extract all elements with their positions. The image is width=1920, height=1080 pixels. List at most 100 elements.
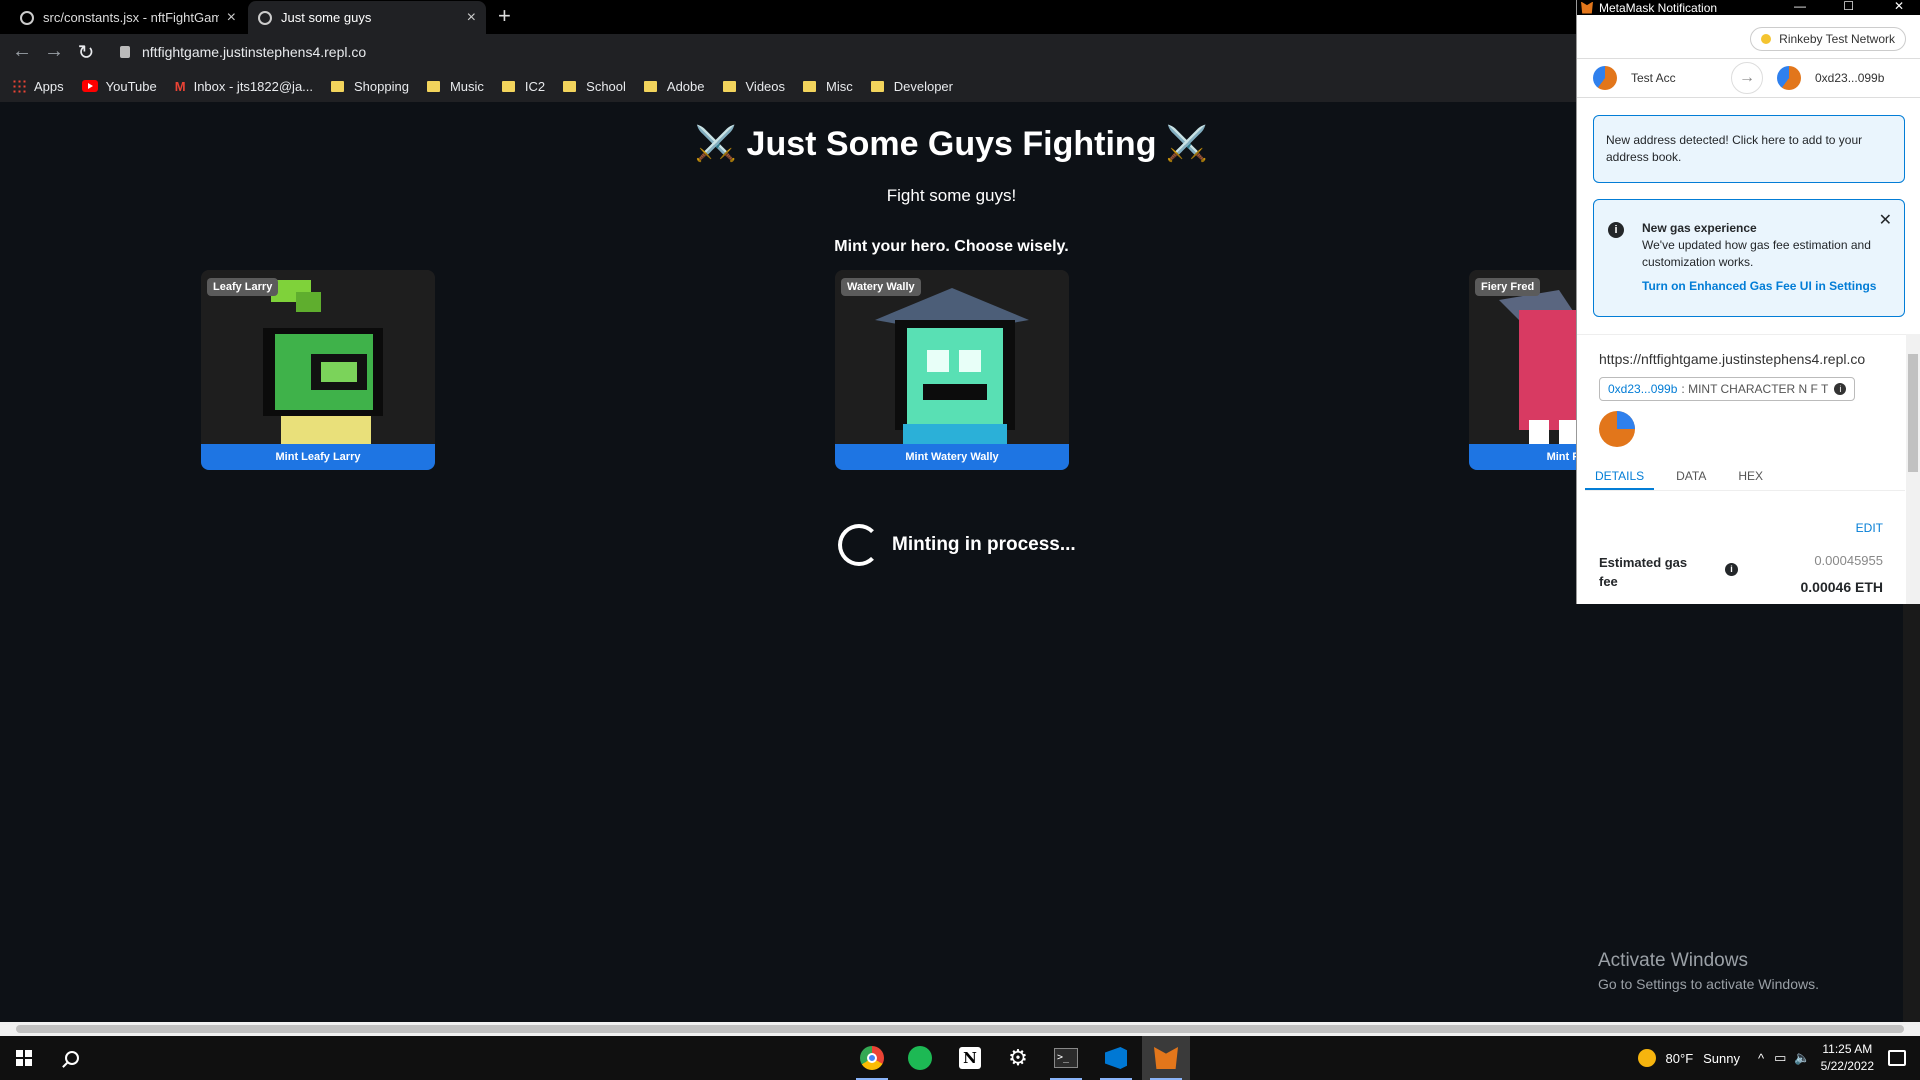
bookmark-apps[interactable]: Apps [12,79,64,94]
bookmark-ic2[interactable]: IC2 [501,78,546,94]
terminal-icon: >_ [1054,1048,1078,1068]
method-name: : MINT CHARACTER N F T [1681,382,1829,396]
taskbar-metamask[interactable] [1142,1036,1190,1080]
search-button[interactable] [48,1036,96,1080]
bookmark-shopping[interactable]: Shopping [331,79,409,94]
chevron-up-icon[interactable]: ^ [1758,1051,1764,1066]
clock[interactable]: 11:25 AM 5/22/2022 [1821,1041,1874,1075]
new-tab-button[interactable]: + [498,3,511,29]
minting-indicator: Minting in process... [838,524,1076,566]
account-avatar-icon [1593,66,1617,90]
address-bar[interactable]: nftfightgame.justinstephens4.repl.co [110,38,1590,66]
bookmark-label: Misc [826,78,853,94]
globe-icon [258,10,272,25]
weather-temp[interactable]: 80°F [1666,1051,1694,1066]
to-account-address: 0xd23...099b [1815,71,1885,85]
start-button[interactable] [0,1036,48,1080]
new-address-alert[interactable]: New address detected! Click here to add … [1593,115,1905,183]
folder-icon [563,80,577,92]
page-horizontal-scrollbar[interactable] [0,1022,1920,1036]
volume-icon[interactable]: 🔈 [1794,1050,1810,1066]
edit-gas-button[interactable]: EDIT [1856,521,1883,535]
notion-icon: N [959,1047,981,1069]
mint-leafy-larry-button[interactable]: Mint Leafy Larry [201,444,435,470]
network-name: Rinkeby Test Network [1779,32,1895,46]
folder-icon [803,80,817,92]
bookmark-label: Developer [893,78,953,94]
metamask-fox-icon [1581,1,1593,14]
folder-icon [331,80,345,92]
contract-address-link[interactable]: 0xd23...099b [1608,382,1677,396]
taskbar-notion[interactable]: N [946,1036,994,1080]
mint-watery-wally-button[interactable]: Mint Watery Wally [835,444,1069,470]
activate-windows-subtitle: Go to Settings to activate Windows. [1598,976,1819,992]
maximize-icon[interactable]: ☐ [1843,0,1854,13]
screen: src/constants.jsx - nftFightGame × Just … [0,0,1920,1080]
bookmark-label: Music [449,78,484,94]
watery-wally-sprite [835,270,1069,444]
tab-title: src/constants.jsx - nftFightGame [43,10,219,25]
bookmark-youtube[interactable]: YouTube [81,79,157,94]
network-icon[interactable]: ▭ [1774,1050,1786,1066]
close-icon[interactable]: ✕ [1879,212,1892,229]
scrollbar-thumb[interactable] [16,1025,1904,1033]
vscode-icon [1105,1047,1127,1069]
notification-center-icon[interactable] [1888,1050,1906,1066]
bookmark-school[interactable]: School [563,79,626,94]
bookmark-adobe[interactable]: Adobe [643,79,705,94]
from-account-name: Test Acc [1631,71,1676,85]
scrollbar-thumb[interactable] [1908,354,1918,472]
folder-icon [426,80,440,92]
sun-icon [1637,1049,1656,1067]
taskbar-vscode[interactable] [1092,1036,1140,1080]
minting-status-text: Minting in process... [892,534,1076,555]
account-avatar-icon [1777,66,1801,90]
taskbar-settings[interactable]: ⚙ [994,1036,1042,1080]
character-name-badge: Leafy Larry [207,278,279,296]
weather-desc[interactable]: Sunny [1703,1051,1740,1066]
info-icon[interactable]: i [1834,383,1847,395]
bookmark-label: School [586,78,626,94]
gas-fee-eth: 0.00046 ETH [1800,579,1884,595]
forward-button[interactable]: → [42,40,66,63]
tab-data[interactable]: DATA [1666,461,1716,490]
tab-just-some-guys[interactable]: Just some guys × [248,1,486,34]
windows-logo-icon [16,1050,32,1066]
bookmark-misc[interactable]: Misc [803,79,853,94]
transaction-tabs: DETAILS DATA HEX [1585,461,1905,491]
taskbar-terminal[interactable]: >_ [1042,1036,1090,1080]
back-button[interactable]: ← [10,40,34,63]
tab-constants[interactable]: src/constants.jsx - nftFightGame × [10,1,246,34]
close-tab-icon[interactable]: × [467,9,476,27]
enhanced-gas-ui-link[interactable]: Turn on Enhanced Gas Fee UI in Settings [1642,278,1890,295]
lock-icon[interactable] [120,46,130,58]
activate-windows-title: Activate Windows [1598,950,1748,971]
network-status-dot [1761,34,1772,44]
metamask-titlebar: MetaMask Notification — ☐ ✕ [1577,0,1920,15]
bookmark-videos[interactable]: Videos [722,79,785,94]
bookmark-inbox[interactable]: M Inbox - jts1822@ja... [175,79,313,94]
minimize-icon[interactable]: — [1794,0,1806,13]
bookmark-music[interactable]: Music [426,78,484,94]
activate-windows-watermark: Activate Windows Go to Settings to activ… [1598,950,1819,992]
metamask-scrollbar[interactable] [1906,334,1920,604]
close-tab-icon[interactable]: × [227,9,236,27]
arrow-right-icon: → [1731,62,1763,94]
network-selector[interactable]: Rinkeby Test Network [1750,27,1906,51]
reload-button[interactable]: ↻ [74,40,98,65]
close-window-icon[interactable]: ✕ [1894,0,1904,13]
gas-experience-alert: i ✕ New gas experience We've updated how… [1593,199,1905,317]
github-icon [20,10,34,25]
method-badge: 0xd23...099b : MINT CHARACTER N F T i [1599,377,1856,401]
bookmark-developer[interactable]: Developer [870,78,953,94]
bookmark-label: IC2 [524,78,546,94]
leafy-larry-sprite [201,270,435,444]
taskbar-chrome[interactable] [848,1036,896,1080]
gas-alert-title: New gas experience [1642,221,1757,235]
account-transfer-row: Test Acc → 0xd23...099b [1577,58,1920,98]
tab-hex[interactable]: HEX [1728,461,1773,490]
bookmark-label: Inbox - jts1822@ja... [193,78,314,94]
info-icon[interactable]: i [1725,563,1738,576]
taskbar-spotify[interactable] [896,1036,944,1080]
tab-details[interactable]: DETAILS [1585,461,1655,490]
